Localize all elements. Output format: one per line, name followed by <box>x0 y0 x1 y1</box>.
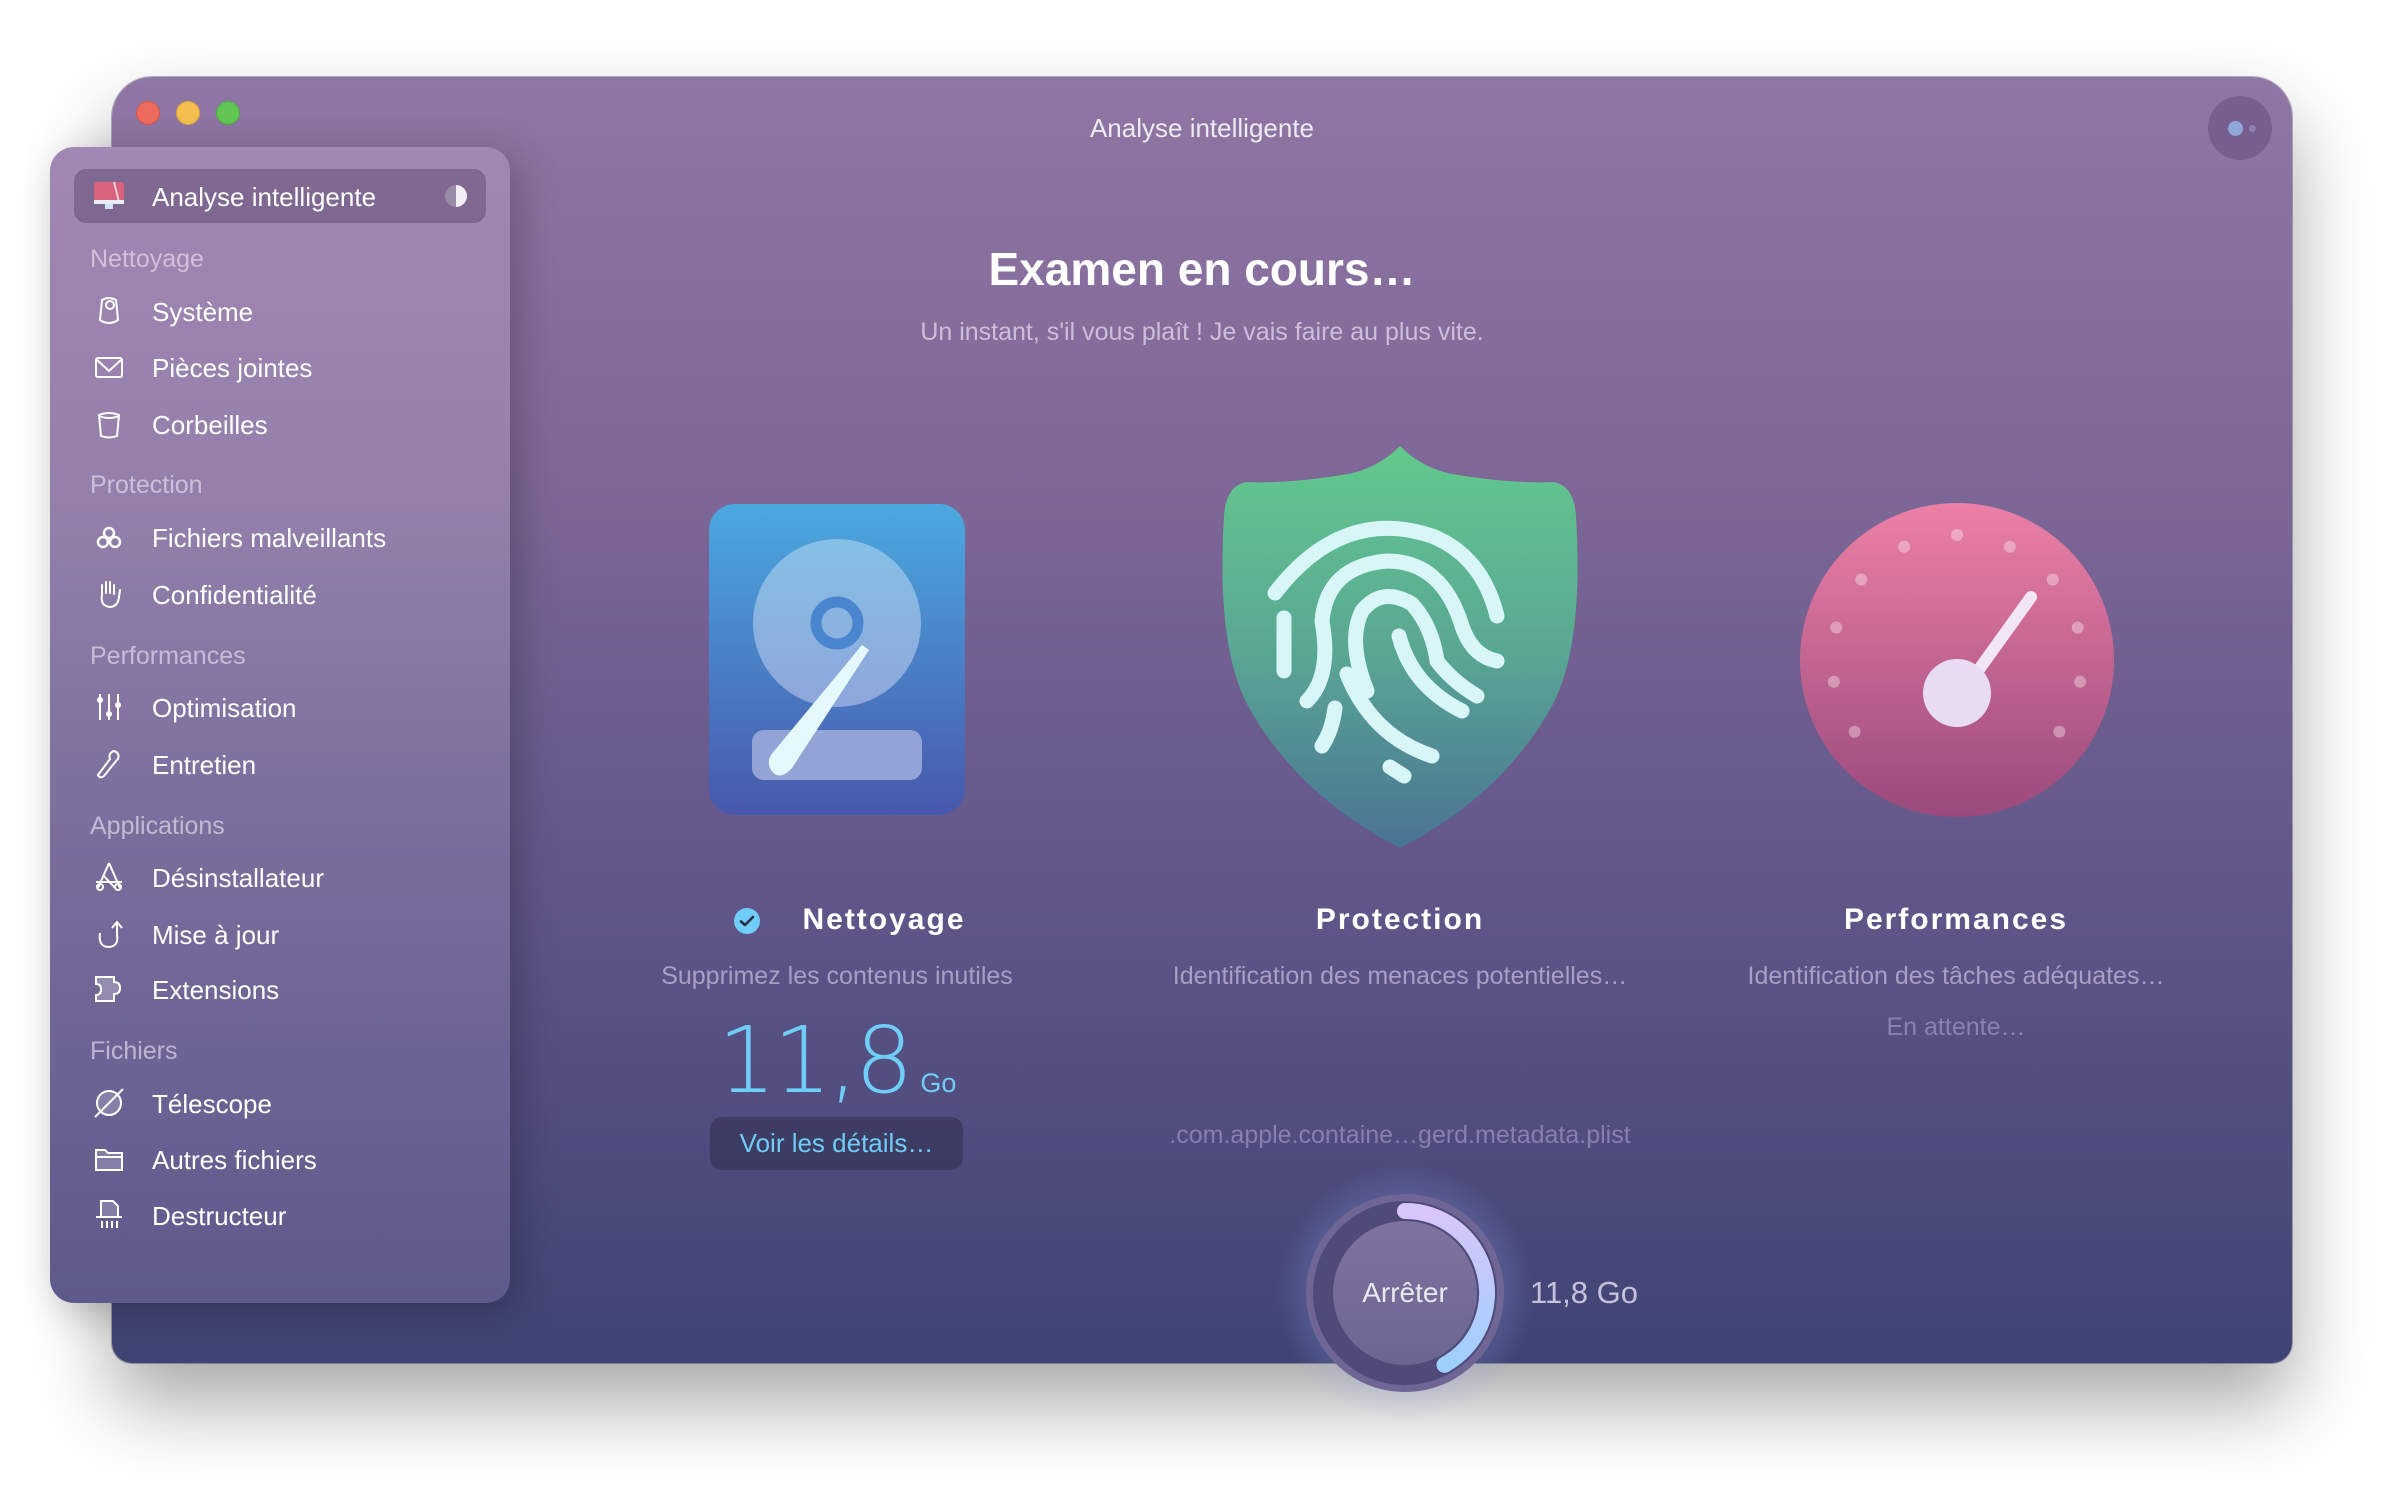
gauge-tick <box>1848 725 1861 738</box>
wrench-icon <box>96 749 120 779</box>
assistant-button[interactable] <box>2208 96 2272 160</box>
sidebar-item[interactable]: Autres fichiers <box>50 1135 510 1183</box>
shield-fingerprint-icon <box>1222 446 1578 848</box>
gauge-tick <box>2071 621 2084 634</box>
sidebar-item-label: Autres fichiers <box>152 1145 317 1175</box>
stop-button-label: Arrêter <box>1362 1277 1448 1308</box>
sidebar-item[interactable]: Système <box>50 287 510 335</box>
cleanup-size: 11,8 Go <box>557 1007 1117 1114</box>
gauge-tick <box>1855 573 1868 586</box>
sidebar-item-label: Fichiers malveillants <box>152 523 387 553</box>
hand-icon <box>100 581 121 609</box>
cleanup-size-unit: Go <box>920 1068 957 1098</box>
sidebar-section-header: Nettoyage <box>90 245 204 273</box>
monitor-icon <box>94 181 124 209</box>
sidebar-item-label: Corbeilles <box>152 410 268 440</box>
gauge-tick <box>1830 621 1843 634</box>
biohazard-icon <box>96 526 122 549</box>
gauge-tick <box>1951 529 1963 541</box>
sidebar: Analyse intelligente Nettoyage Système Piè… <box>50 147 510 1303</box>
gauge-tick <box>1898 540 1911 553</box>
sidebar-section-header: Performances <box>90 642 246 670</box>
progress-pie-icon <box>445 185 467 207</box>
update-arrow-icon <box>98 920 123 949</box>
sidebar-item-label: Confidentialité <box>152 580 317 610</box>
sidebar-item[interactable]: Confidentialité <box>50 570 510 618</box>
sidebar-item[interactable]: Pièces jointes <box>50 343 510 391</box>
sidebar-section-header: Protection <box>90 471 203 499</box>
total-size: 11,8 Go <box>1530 1275 1639 1310</box>
gauge-tick <box>2003 540 2016 553</box>
app-store-icon <box>96 862 122 891</box>
stop-button[interactable]: Arrêter <box>1275 1163 1535 1423</box>
performance-subtitle: Identification des tâches adéquates… <box>1747 962 2165 990</box>
gauge-tick <box>2074 675 2087 688</box>
assistant-dots-icon <box>2228 121 2243 136</box>
window-title: Analyse intelligente <box>1089 113 1315 143</box>
protection-scan-file: .com.apple.containe…gerd.metadata.plist <box>1169 1121 1631 1149</box>
sidebar-item[interactable]: Désinstallateur <box>50 853 510 901</box>
envelope-icon <box>95 357 123 378</box>
sidebar-item[interactable]: Destructeur <box>50 1191 510 1239</box>
trash-bin-icon <box>97 412 121 439</box>
sidebar-item-label: Analyse intelligente <box>152 182 377 212</box>
sidebar-item-label: Optimisation <box>152 693 297 723</box>
protection-title: Protection <box>1315 903 1485 936</box>
gauge-tick <box>2053 725 2066 738</box>
sidebar-item[interactable]: Fichiers malveillants <box>50 513 510 561</box>
sidebar-item-label: Désinstallateur <box>152 863 324 893</box>
speed-gauge-icon <box>1800 503 2114 817</box>
sidebar-section-header: Fichiers <box>90 1037 178 1065</box>
cleanup-title: Nettoyage <box>802 903 966 936</box>
planet-icon <box>94 1088 124 1118</box>
sliders-icon <box>97 694 121 720</box>
sidebar-item-label: Mise à jour <box>152 920 280 950</box>
sidebar-item[interactable]: Télescope <box>50 1079 510 1127</box>
sidebar-item-label: Entretien <box>152 750 257 780</box>
sidebar-item-label: Destructeur <box>152 1201 287 1231</box>
sidebar-item[interactable]: Mise à jour <box>50 910 510 958</box>
shredder-icon <box>96 1200 122 1228</box>
sidebar-item[interactable]: Optimisation <box>50 683 510 731</box>
assistant-dot-small <box>2249 125 2256 132</box>
performance-title: Performances <box>1843 903 2069 936</box>
cleanup-size-value: 11,8 <box>717 1007 914 1114</box>
performance-status: En attente… <box>1886 1013 2026 1041</box>
sidebar-item[interactable]: Extensions <box>50 965 510 1013</box>
folder-icon <box>95 1149 123 1171</box>
sidebar-item-smart-scan[interactable]: Analyse intelligente <box>74 169 486 223</box>
sidebar-item-label: Télescope <box>152 1089 272 1119</box>
sidebar-item-label: Système <box>152 297 254 327</box>
cleanup-subtitle: Supprimez les contenus inutiles <box>661 962 1013 990</box>
sidebar-item[interactable]: Entretien <box>50 740 510 788</box>
gauge-tick <box>1827 675 1840 688</box>
sidebar-section-header: Applications <box>90 812 225 840</box>
view-details-button[interactable]: Voir les détails… <box>710 1117 963 1170</box>
gauge-tick <box>2046 573 2059 586</box>
protection-subtitle: Identification des menaces potentielles… <box>1172 962 1628 990</box>
hard-drive-icon <box>709 504 965 815</box>
sidebar-item[interactable]: Corbeilles <box>50 400 510 448</box>
sidebar-item-label: Pièces jointes <box>152 353 313 383</box>
sidebar-item-label: Extensions <box>152 975 280 1005</box>
puzzle-icon <box>95 976 122 1002</box>
system-junk-icon <box>98 297 120 324</box>
